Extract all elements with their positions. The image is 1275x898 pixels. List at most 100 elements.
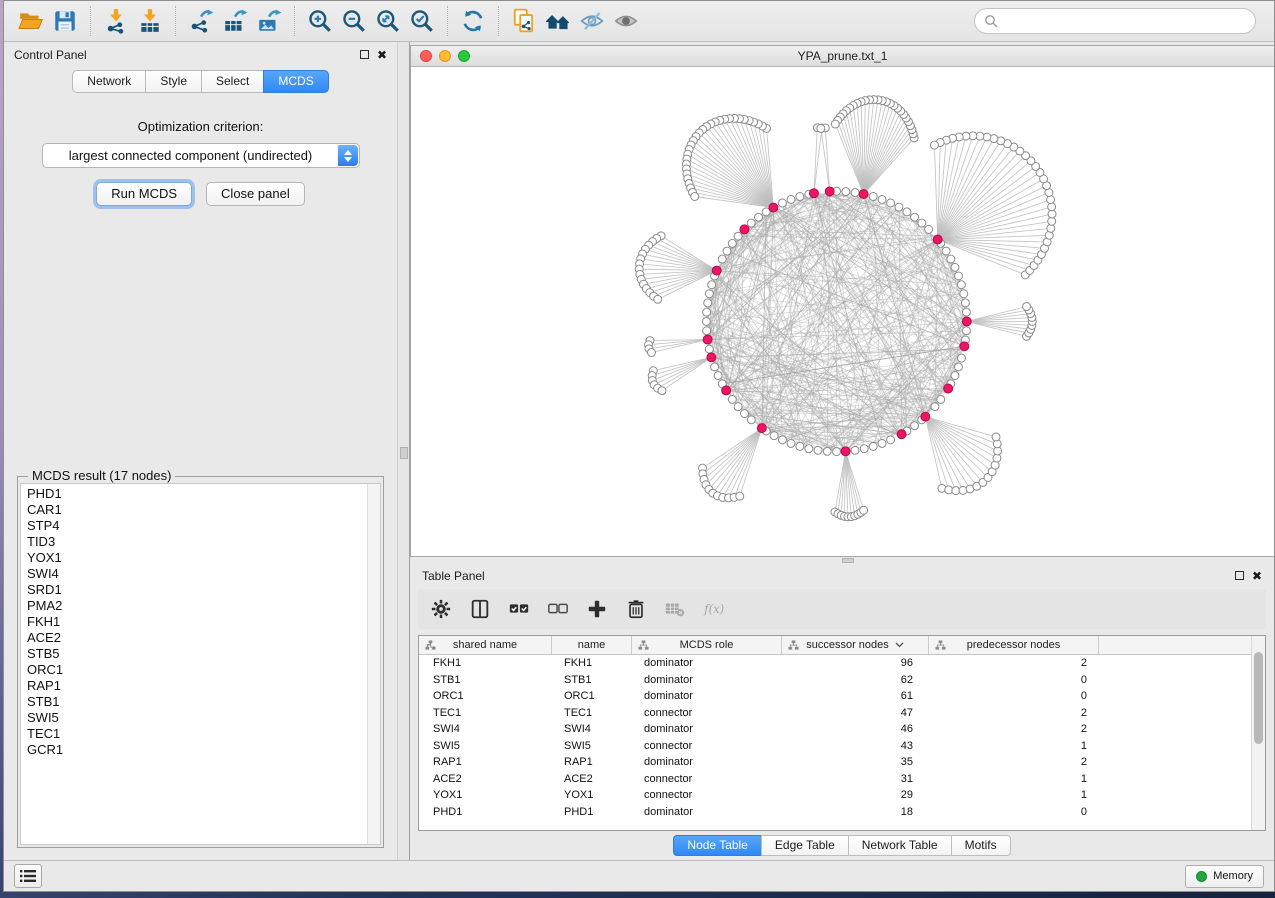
network-view[interactable] bbox=[411, 67, 1274, 556]
table-row[interactable]: ORC1ORC1dominator610 bbox=[419, 688, 1251, 705]
network-node[interactable] bbox=[778, 199, 786, 207]
scrollbar-thumb[interactable] bbox=[1254, 652, 1263, 744]
tab-network[interactable]: Network bbox=[72, 70, 145, 93]
export-table-button[interactable] bbox=[218, 5, 252, 37]
network-node[interactable] bbox=[1023, 303, 1031, 311]
horizontal-splitter[interactable] bbox=[410, 557, 1274, 564]
tab-motifs[interactable]: Motifs bbox=[951, 835, 1011, 856]
network-node[interactable] bbox=[957, 354, 965, 362]
network-node[interactable] bbox=[825, 187, 834, 196]
tab-mcds[interactable]: MCDS bbox=[263, 70, 328, 93]
network-node[interactable] bbox=[703, 335, 712, 344]
network-node[interactable] bbox=[705, 345, 713, 353]
mcds-result-item[interactable]: SWI4 bbox=[27, 566, 367, 582]
network-node[interactable] bbox=[712, 266, 721, 275]
network-node[interactable] bbox=[769, 203, 778, 212]
table-settings-gear-icon[interactable] bbox=[430, 598, 452, 620]
mcds-result-item[interactable]: STP4 bbox=[27, 518, 367, 534]
network-titlebar[interactable]: YPA_prune.txt_1 bbox=[411, 46, 1274, 67]
tab-select[interactable]: Select bbox=[201, 70, 263, 93]
network-node[interactable] bbox=[960, 342, 969, 351]
column-header-name[interactable]: name bbox=[552, 636, 632, 654]
table-row[interactable]: SWI4SWI4dominator462 bbox=[419, 721, 1251, 738]
splitter-handle[interactable] bbox=[400, 447, 408, 459]
network-node[interactable] bbox=[878, 195, 886, 203]
export-image-button[interactable] bbox=[252, 5, 286, 37]
table-row[interactable]: RAP1RAP1dominator352 bbox=[419, 754, 1251, 771]
network-node[interactable] bbox=[691, 193, 699, 201]
tab-style[interactable]: Style bbox=[145, 70, 201, 93]
mcds-result-item[interactable]: RAP1 bbox=[27, 678, 367, 694]
new-network-from-selection-button[interactable] bbox=[507, 5, 541, 37]
network-node[interactable] bbox=[911, 422, 919, 430]
network-node[interactable] bbox=[992, 433, 1000, 441]
network-node[interactable] bbox=[869, 442, 877, 450]
mcds-result-item[interactable]: SRD1 bbox=[27, 582, 367, 598]
network-node[interactable] bbox=[787, 439, 795, 447]
zoom-selected-button[interactable] bbox=[405, 5, 439, 37]
network-node[interactable] bbox=[962, 317, 971, 326]
network-node[interactable] bbox=[937, 395, 945, 403]
network-node[interactable] bbox=[878, 439, 886, 447]
table-row[interactable]: PHD1PHD1dominator180 bbox=[419, 804, 1251, 821]
network-node[interactable] bbox=[831, 120, 839, 128]
network-node[interactable] bbox=[951, 372, 959, 380]
column-header-shared-name[interactable]: shared name bbox=[419, 636, 552, 654]
network-node[interactable] bbox=[869, 193, 877, 201]
network-node[interactable] bbox=[736, 492, 744, 500]
network-node[interactable] bbox=[747, 416, 755, 424]
task-history-button[interactable] bbox=[14, 864, 42, 888]
network-node[interactable] bbox=[718, 255, 726, 263]
network-node[interactable] bbox=[911, 213, 919, 221]
show-button[interactable] bbox=[609, 5, 643, 37]
network-node[interactable] bbox=[796, 442, 804, 450]
network-node[interactable] bbox=[734, 232, 742, 240]
network-node[interactable] bbox=[747, 219, 755, 227]
deselect-all-icon[interactable] bbox=[547, 598, 569, 620]
float-panel-icon[interactable] bbox=[1235, 571, 1244, 580]
network-node[interactable] bbox=[841, 447, 850, 456]
close-panel-icon[interactable]: ✖ bbox=[1252, 570, 1262, 582]
network-node[interactable] bbox=[740, 225, 749, 234]
network-graph[interactable] bbox=[411, 67, 1274, 556]
mcds-result-item[interactable]: PHD1 bbox=[27, 486, 367, 502]
tab-node-table[interactable]: Node Table bbox=[673, 835, 761, 856]
network-node[interactable] bbox=[851, 189, 859, 197]
mcds-result-item[interactable]: CAR1 bbox=[27, 502, 367, 518]
mcds-result-item[interactable]: TEC1 bbox=[27, 726, 367, 742]
network-node[interactable] bbox=[734, 403, 742, 411]
delete-column-trash-icon[interactable] bbox=[625, 598, 647, 620]
network-node[interactable] bbox=[703, 308, 711, 316]
network-node[interactable] bbox=[823, 447, 831, 455]
network-node[interactable] bbox=[921, 412, 930, 421]
mcds-result-item[interactable]: STB5 bbox=[27, 646, 367, 662]
network-node[interactable] bbox=[707, 353, 716, 362]
network-node[interactable] bbox=[722, 386, 731, 395]
mcds-result-item[interactable]: STB1 bbox=[27, 694, 367, 710]
zoom-in-button[interactable] bbox=[303, 5, 337, 37]
network-node[interactable] bbox=[647, 349, 655, 357]
zoom-fit-button[interactable] bbox=[371, 5, 405, 37]
network-node[interactable] bbox=[895, 203, 903, 211]
network-node[interactable] bbox=[711, 363, 719, 371]
memory-button[interactable]: Memory bbox=[1185, 865, 1264, 888]
network-node[interactable] bbox=[931, 403, 939, 411]
mcds-result-item[interactable]: PMA2 bbox=[27, 598, 367, 614]
network-node[interactable] bbox=[859, 190, 868, 199]
network-node[interactable] bbox=[787, 195, 795, 203]
export-network-button[interactable] bbox=[184, 5, 218, 37]
network-node[interactable] bbox=[851, 446, 859, 454]
hide-button[interactable] bbox=[575, 5, 609, 37]
network-node[interactable] bbox=[708, 281, 716, 289]
network-node[interactable] bbox=[918, 219, 926, 227]
network-node[interactable] bbox=[809, 189, 818, 198]
network-node[interactable] bbox=[955, 272, 963, 280]
search-input[interactable] bbox=[998, 14, 1246, 28]
network-node[interactable] bbox=[770, 432, 778, 440]
network-node[interactable] bbox=[897, 430, 906, 439]
network-node[interactable] bbox=[1048, 203, 1056, 211]
table-row[interactable]: SWI5SWI5connector431 bbox=[419, 738, 1251, 755]
column-header-successor-nodes[interactable]: successor nodes bbox=[782, 636, 929, 654]
network-node[interactable] bbox=[962, 327, 970, 335]
search-box[interactable] bbox=[974, 8, 1256, 34]
